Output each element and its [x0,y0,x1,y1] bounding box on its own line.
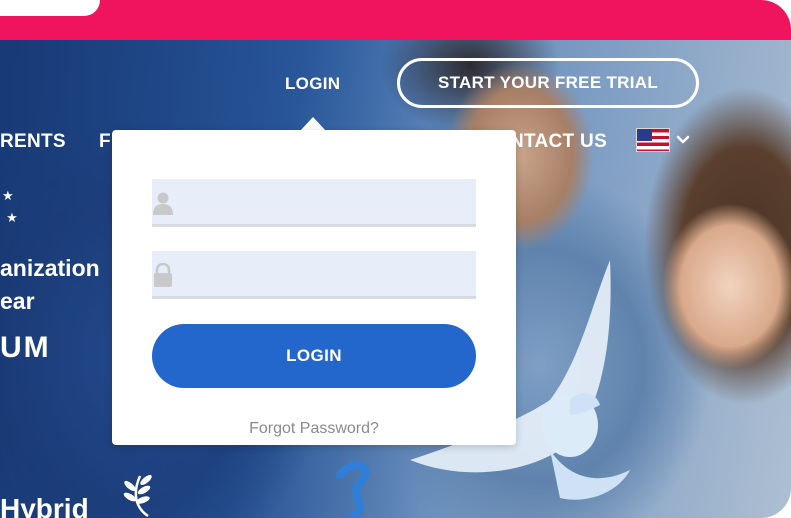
dropdown-caret [300,117,326,131]
start-free-trial-button[interactable]: START YOUR FREE TRIAL [397,58,699,108]
login-submit-button[interactable]: LOGIN [152,324,476,388]
hero-line-1: anization [0,255,100,281]
password-input[interactable] [184,251,474,298]
nav-item-partial[interactable]: F [99,131,111,153]
page: LOGIN START YOUR FREE TRIAL RENTS F NTAC… [0,0,791,518]
login-dropdown: LOGIN Forgot Password? [112,130,516,445]
hero-line-2: ear [0,288,35,314]
lock-icon [154,263,172,287]
nav-item-contact-us[interactable]: NTACT US [510,131,607,153]
blue-swirl-icon [336,461,370,518]
forgot-password-link[interactable]: Forgot Password? [112,420,516,438]
top-bar-notch [0,0,100,16]
username-input[interactable] [184,179,474,226]
hero-line-3: UM [0,331,51,364]
flag-canton [637,129,652,141]
us-flag-icon[interactable] [636,128,670,152]
chevron-down-icon[interactable] [676,133,690,147]
star-decoration-icon: ★ ★ [2,189,18,226]
top-brand-bar [0,0,791,40]
password-field[interactable] [152,251,476,299]
user-icon [153,192,173,215]
hero-bottom-text: Hybrid [0,493,89,518]
nav-item-parents[interactable]: RENTS [0,131,66,153]
username-field[interactable] [152,179,476,227]
laurel-icon [123,474,152,518]
nav-login-link[interactable]: LOGIN [285,74,340,96]
